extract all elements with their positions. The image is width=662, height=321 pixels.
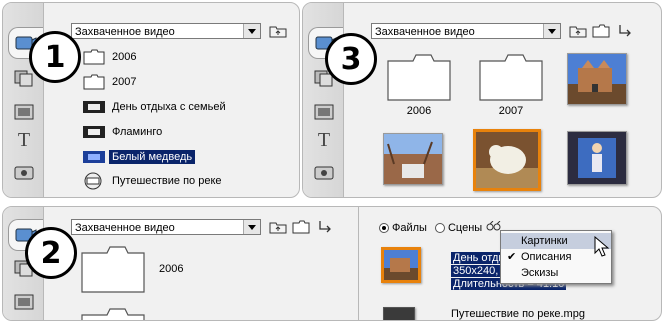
menu-item-thumbnails[interactable]: Эскизы — [501, 265, 611, 281]
folder-up-icon[interactable] — [268, 218, 288, 236]
menu-item-label: Эскизы — [521, 267, 559, 279]
chevron-down-icon[interactable] — [243, 220, 260, 234]
list-item-label: Белый медведь — [109, 150, 196, 164]
album-select-value: Захваченное видео — [375, 26, 475, 38]
list-item[interactable]: Путешествие по реке — [83, 170, 225, 192]
menu-item-label: Описания — [521, 251, 572, 263]
album-panel-list-view: T 1 Захваченное видео 2006 2007 День отд… — [2, 2, 300, 198]
tab-photos-icon[interactable] — [11, 291, 37, 313]
folder-tile-label: 2006 — [406, 105, 432, 117]
album-select-value: Захваченное видео — [75, 222, 175, 234]
folder-view-icon[interactable] — [591, 22, 611, 40]
view-mode-radios: Файлы Сцены — [379, 220, 502, 234]
radio-scenes-label: Сцены — [447, 221, 483, 234]
film-icon — [83, 101, 109, 113]
panel-divider — [358, 207, 359, 320]
folder-icon — [83, 49, 109, 65]
tab-camera-icon[interactable] — [311, 161, 337, 183]
folder-up-icon[interactable] — [568, 22, 588, 40]
step-badge: 1 — [29, 31, 81, 83]
folder-up-icon[interactable] — [268, 22, 288, 40]
folder-icon — [81, 308, 145, 320]
radio-files-label: Файлы — [392, 221, 427, 234]
menu-item-label: Картинки — [521, 235, 568, 247]
folder-icon — [81, 246, 145, 293]
tab-camera-icon[interactable] — [11, 161, 37, 183]
tab-photos-icon[interactable] — [11, 101, 37, 123]
folder-tile-label: 2007 — [498, 105, 524, 117]
tab-titles-icon[interactable]: T — [11, 129, 37, 151]
step-badge: 2 — [25, 227, 77, 279]
folder-tile[interactable]: 2006 — [81, 245, 183, 293]
list-item-label: 2007 — [112, 76, 137, 88]
clip-thumbnail[interactable] — [383, 133, 443, 185]
folder-icon — [479, 54, 543, 101]
album-select[interactable]: Захваченное видео — [71, 219, 261, 235]
step-badge: 3 — [325, 33, 377, 85]
folder-view-icon[interactable] — [291, 218, 311, 236]
clip-thumbnail-selected[interactable] — [473, 129, 541, 191]
album-sidebar: T — [303, 3, 344, 197]
album-select[interactable]: Захваченное видео — [71, 23, 261, 39]
clip-title[interactable]: Путешествие по реке.mpg — [451, 308, 585, 320]
tab-titles-icon[interactable]: T — [311, 129, 337, 151]
album-select[interactable]: Захваченное видео — [371, 23, 561, 39]
radio-files[interactable]: Файлы — [379, 222, 427, 234]
checkmark-icon: ✔ — [507, 251, 517, 263]
mpeg-icon — [83, 172, 109, 190]
album-panel-thumbnail-view: T 3 Захваченное видео 2006 2007 — [302, 2, 662, 198]
folder-icon — [83, 74, 109, 90]
folder-icon — [387, 54, 451, 101]
list-item[interactable]: Фламинго — [83, 121, 165, 143]
list-item-label: Путешествие по реке — [112, 175, 222, 187]
folder-tile[interactable]: 2007 — [479, 53, 543, 117]
chevron-down-icon[interactable] — [243, 24, 260, 38]
film-icon — [83, 126, 109, 138]
clip-thumbnail[interactable] — [567, 53, 627, 105]
navigate-icon[interactable] — [615, 22, 635, 40]
film-icon — [83, 151, 109, 163]
folder-tile-label: 2006 — [159, 263, 184, 275]
chevron-down-icon[interactable] — [543, 24, 560, 38]
folder-tile[interactable]: 2006 — [387, 53, 451, 117]
list-item-label: День отдыха с семьей — [112, 101, 226, 113]
clip-thumbnail[interactable] — [383, 307, 415, 320]
clip-thumbnail[interactable] — [567, 131, 627, 185]
list-item[interactable]: Белый медведь — [83, 146, 196, 168]
mouse-cursor-icon — [594, 236, 610, 257]
list-item[interactable]: 2006 — [83, 46, 139, 68]
radio-scenes[interactable]: Сцены — [434, 221, 483, 234]
album-select-value: Захваченное видео — [75, 26, 175, 38]
clip-thumbnail-selected[interactable] — [381, 247, 421, 283]
navigate-icon[interactable] — [315, 218, 335, 236]
list-item[interactable]: День отдыха с семьей — [83, 96, 229, 118]
tab-photos-icon[interactable] — [311, 101, 337, 123]
list-item-label: 2006 — [112, 51, 137, 63]
album-sidebar: T — [3, 3, 44, 197]
list-item-label: Фламинго — [112, 126, 163, 138]
list-item[interactable]: 2007 — [83, 71, 139, 93]
